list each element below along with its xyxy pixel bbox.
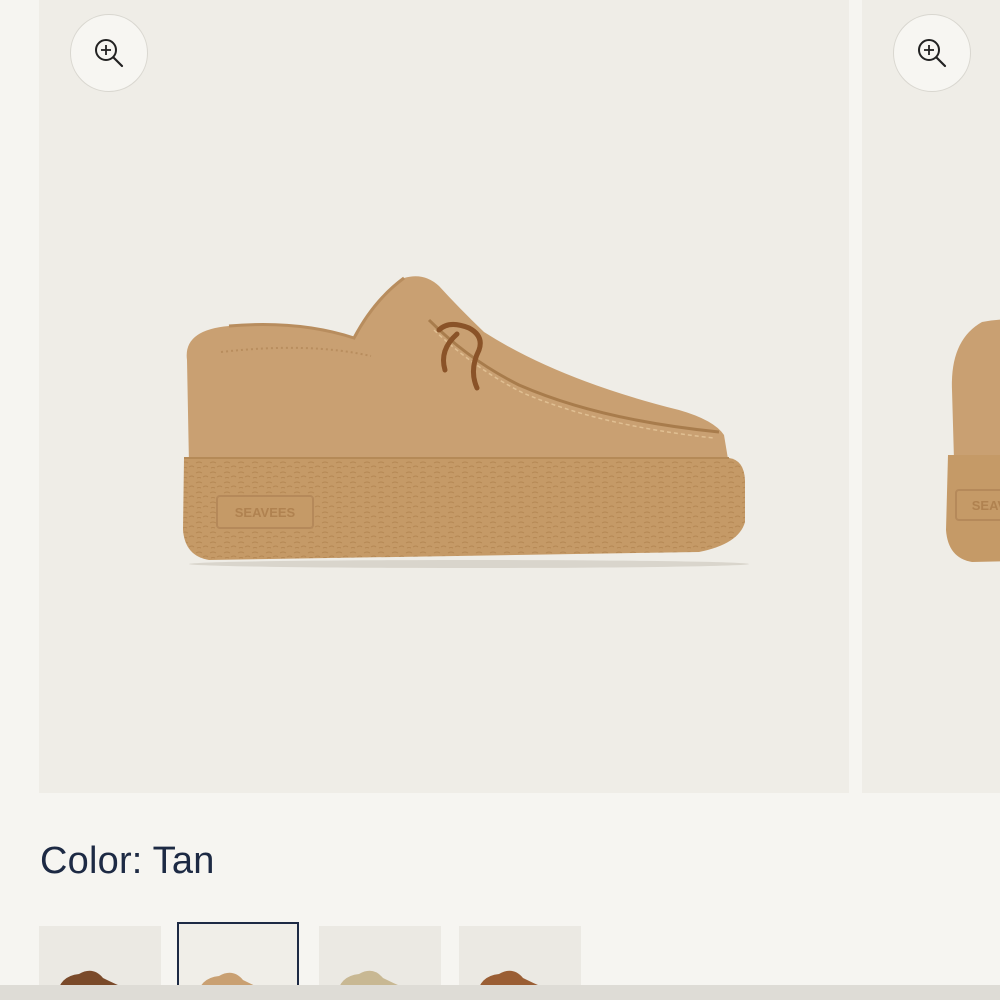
color-value: Tan bbox=[152, 840, 215, 882]
product-image-slide-next[interactable]: SEAVEES bbox=[862, 0, 1000, 793]
selected-color: Color: Tan bbox=[40, 840, 215, 883]
brand-logo-text: SEAVEES bbox=[235, 505, 296, 520]
zoom-in-icon bbox=[918, 39, 947, 68]
zoom-button[interactable] bbox=[70, 14, 148, 92]
brand-logo-text: SEAVEES bbox=[972, 498, 1000, 513]
zoom-in-icon bbox=[95, 39, 124, 68]
product-photo-shoe: SEAVEES bbox=[946, 319, 1000, 562]
product-photo-shoe: SEAVEES bbox=[183, 276, 749, 568]
zoom-button[interactable] bbox=[893, 14, 971, 92]
product-image-slide[interactable]: SEAVEES bbox=[39, 0, 849, 793]
color-label: Color: bbox=[40, 840, 143, 882]
product-image-carousel[interactable]: SEAVEES SEAVEES bbox=[0, 0, 1000, 794]
bottom-bar bbox=[0, 985, 1000, 1000]
product-page: SEAVEES SEAVEES Co bbox=[0, 0, 1000, 1000]
